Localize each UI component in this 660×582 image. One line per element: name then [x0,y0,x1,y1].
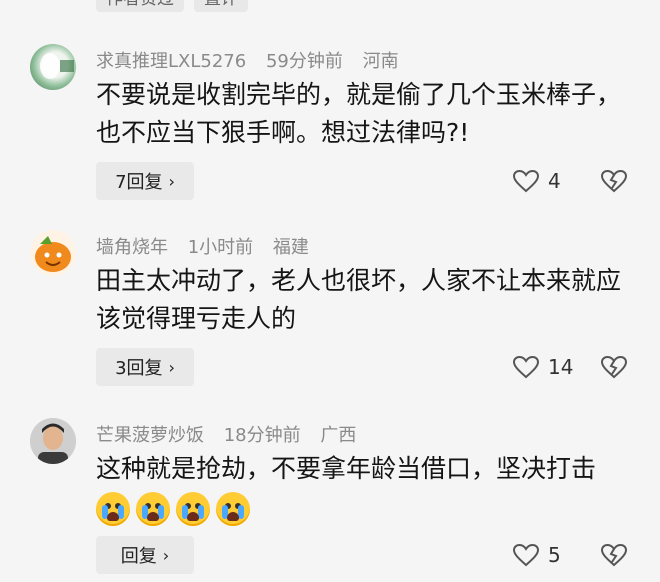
timestamp: 59分钟前 [265,51,343,72]
comment-text: 不要说是收割完毕的，就是偷了几个玉米棒子，也不应当下狠手啊。想过法律吗?! [96,80,622,147]
avatar-image [30,418,76,464]
avatar-image [35,236,71,272]
tag-author-liked: 作者赞过 [96,0,184,12]
reply-label: 7回复 [115,172,163,193]
dislike-button[interactable] [598,348,630,386]
reply-button[interactable]: 3回复 › [96,348,194,386]
chevron-right-icon: › [168,357,175,377]
crying-face-icon [176,492,210,526]
timestamp: 1小时前 [187,237,254,258]
broken-heart-icon [600,355,628,379]
reply-button[interactable]: 回复 › [96,536,194,574]
location: 广西 [320,425,357,446]
broken-heart-icon [600,169,628,193]
chevron-right-icon: › [168,171,175,191]
chevron-right-icon: › [162,545,170,565]
crying-face-icon [96,492,130,526]
location: 河南 [362,51,399,72]
crying-face-icon [136,492,170,526]
comment-meta: 墙角烧年 1小时前 福建 [96,233,323,259]
avatar[interactable] [30,230,76,276]
crying-face-icon [216,492,250,526]
like-button[interactable]: 4 [512,162,561,200]
like-count: 5 [548,543,561,567]
emoji-row [96,492,250,526]
comment-meta: 芒果菠萝炒饭 18分钟前 广西 [96,421,370,447]
comment-meta: 求真推理LXL5276 59分钟前 河南 [96,47,413,73]
reply-button[interactable]: 7回复 › [96,162,194,200]
username[interactable]: 墙角烧年 [96,237,168,258]
timestamp: 18分钟前 [223,425,301,446]
heart-outline-icon [512,543,540,567]
like-count: 14 [548,355,574,379]
dislike-button[interactable] [598,162,630,200]
avatar-image [40,53,74,79]
reply-label: 3回复 [115,358,163,379]
heart-outline-icon [512,355,540,379]
username[interactable]: 芒果菠萝炒饭 [96,425,204,446]
tag-comment: 置评 [194,0,248,12]
broken-heart-icon [600,543,628,567]
like-button[interactable]: 5 [512,536,561,574]
avatar[interactable] [30,44,76,90]
location: 福建 [272,237,309,258]
avatar[interactable] [30,418,76,464]
like-button[interactable]: 14 [512,348,573,386]
comment-text: 田主太冲动了，老人也很坏，人家不让本来就应该觉得理亏走人的 [96,266,622,333]
top-tags: 作者赞过 置评 [96,0,248,12]
dislike-button[interactable] [598,536,630,574]
like-count: 4 [548,169,561,193]
comment-text: 这种就是抢劫，不要拿年龄当借口，坚决打击 [96,454,597,483]
username[interactable]: 求真推理LXL5276 [96,51,246,72]
heart-outline-icon [512,169,540,193]
reply-label: 回复 [120,546,157,567]
